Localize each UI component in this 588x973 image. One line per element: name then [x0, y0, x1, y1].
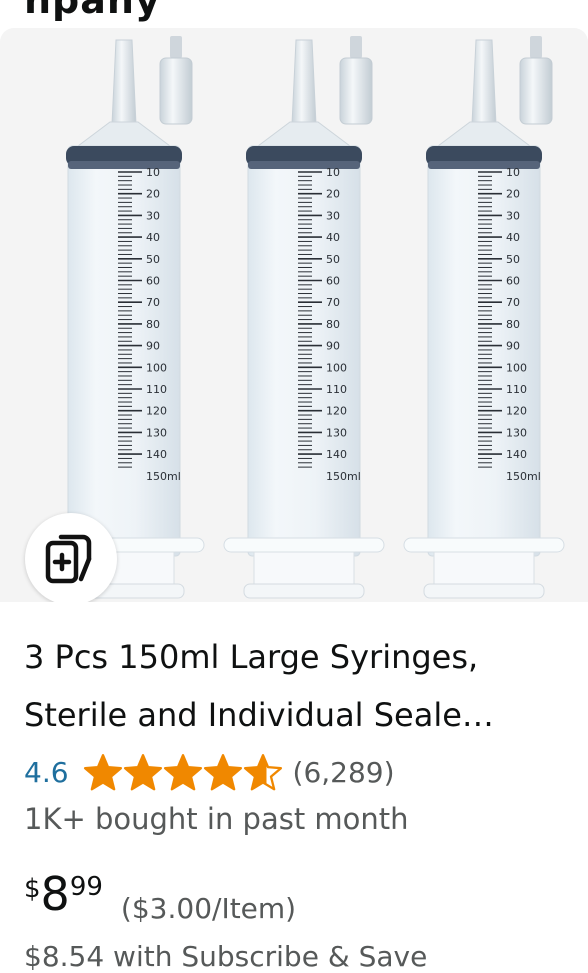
plunger-seal-edge [428, 161, 540, 169]
syringe-flange [403, 537, 565, 553]
scale-label: 70 [506, 296, 520, 309]
scale-label: 80 [146, 318, 160, 331]
product-image[interactable]: 10 20 30 40 50 60 70 80 90 100 110 120 130 140 150ml 10… [0, 28, 588, 602]
scale-label: 20 [506, 188, 520, 201]
subscribe-save-price: $8.54 with Subscribe & Save [24, 940, 428, 973]
scale-label: 60 [506, 275, 520, 288]
bought-count: 1K+ bought in past month [24, 802, 409, 836]
scale-label: 40 [146, 231, 160, 244]
scale-label: 80 [326, 318, 340, 331]
scale-label: 20 [146, 188, 160, 201]
plunger-base [423, 583, 545, 599]
scale-label: 130 [506, 426, 527, 439]
scale-label: 120 [146, 405, 167, 418]
cap-body [519, 57, 553, 125]
syringe: 10 20 30 40 50 60 70 80 90 100 110 120 130 140 150ml [223, 36, 385, 599]
scale-label: 140 [506, 448, 527, 461]
scale-label: 10 [506, 166, 520, 179]
star-icon [243, 754, 282, 791]
scale-label: 50 [326, 253, 340, 266]
rating-row[interactable]: 4.6 (6,289) [24, 752, 395, 792]
star-icon [83, 754, 122, 791]
scale-label: 50 [146, 253, 160, 266]
cap-body [339, 57, 373, 125]
scale-label: 140 [146, 448, 167, 461]
scale-label: 40 [506, 231, 520, 244]
header-cut-off: npany [0, 0, 588, 28]
scale-label: 130 [146, 426, 167, 439]
scale-label: 100 [326, 361, 347, 374]
scale-label: 70 [146, 296, 160, 309]
scale-label: 70 [326, 296, 340, 309]
scale-label: 150ml [146, 470, 181, 483]
scale-label: 30 [506, 209, 520, 222]
scale-label: 10 [326, 166, 340, 179]
scale-label: 110 [146, 383, 167, 396]
syringe-tip [291, 39, 317, 125]
cap-tip [170, 36, 182, 58]
plunger-rod [253, 551, 355, 587]
syringe-barrel [67, 145, 181, 557]
review-count[interactable]: (6,289) [293, 756, 395, 789]
scale-label: 60 [146, 275, 160, 288]
scale-label: 30 [326, 209, 340, 222]
star-icon [123, 754, 162, 791]
star-icon [203, 754, 242, 791]
cap-body [159, 57, 193, 125]
rating-value[interactable]: 4.6 [24, 756, 69, 789]
product-title-line2[interactable]: Sterile and Individual Seale… [24, 686, 580, 744]
scale-label: 40 [326, 231, 340, 244]
price: $ 8 99 ($3.00/Item) [24, 862, 296, 932]
syringe-tip [111, 39, 137, 125]
scale-label: 90 [146, 340, 160, 353]
scale-label: 60 [326, 275, 340, 288]
syringe-flange [223, 537, 385, 553]
price-symbol: $ [24, 874, 41, 904]
price-whole: 8 [40, 867, 70, 921]
add-to-list-icon [45, 534, 92, 584]
scale-label: 120 [326, 405, 347, 418]
scale-label: 130 [326, 426, 347, 439]
scale-label: 20 [326, 188, 340, 201]
star-icon [163, 754, 202, 791]
header-partial-text: npany [24, 0, 161, 22]
add-to-list-button[interactable] [25, 513, 117, 602]
scale-label: 120 [506, 405, 527, 418]
cap-tip [530, 36, 542, 58]
scale-label: 90 [506, 340, 520, 353]
plunger-rod [433, 551, 535, 587]
syringe-cone [256, 121, 352, 147]
scale-label: 110 [326, 383, 347, 396]
star-rating[interactable] [83, 753, 283, 791]
scale-label: 10 [146, 166, 160, 179]
plunger-seal-edge [248, 161, 360, 169]
product-title[interactable]: 3 Pcs 150ml Large Syringes, Sterile and … [24, 628, 580, 744]
scale-label: 150ml [506, 470, 541, 483]
scale-label: 50 [506, 253, 520, 266]
syringe-cone [436, 121, 532, 147]
syringe-cone [76, 121, 172, 147]
plunger-base [243, 583, 365, 599]
syringe-barrel [247, 145, 361, 557]
scale-label: 90 [326, 340, 340, 353]
plunger-seal-edge [68, 161, 180, 169]
price-fraction: 99 [69, 872, 103, 902]
unit-price: ($3.00/Item) [120, 892, 297, 925]
scale-label: 80 [506, 318, 520, 331]
scale-label: 30 [146, 209, 160, 222]
syringe-barrel [427, 145, 541, 557]
scale-label: 100 [146, 361, 167, 374]
syringe-tip [471, 39, 497, 125]
scale-label: 110 [506, 383, 527, 396]
scale-label: 100 [506, 361, 527, 374]
scale-label: 150ml [326, 470, 361, 483]
product-title-line1[interactable]: 3 Pcs 150ml Large Syringes, [24, 628, 580, 686]
syringe: 10 20 30 40 50 60 70 80 90 100 110 120 130 140 150ml [403, 36, 565, 599]
cap-tip [350, 36, 362, 58]
scale-label: 140 [326, 448, 347, 461]
